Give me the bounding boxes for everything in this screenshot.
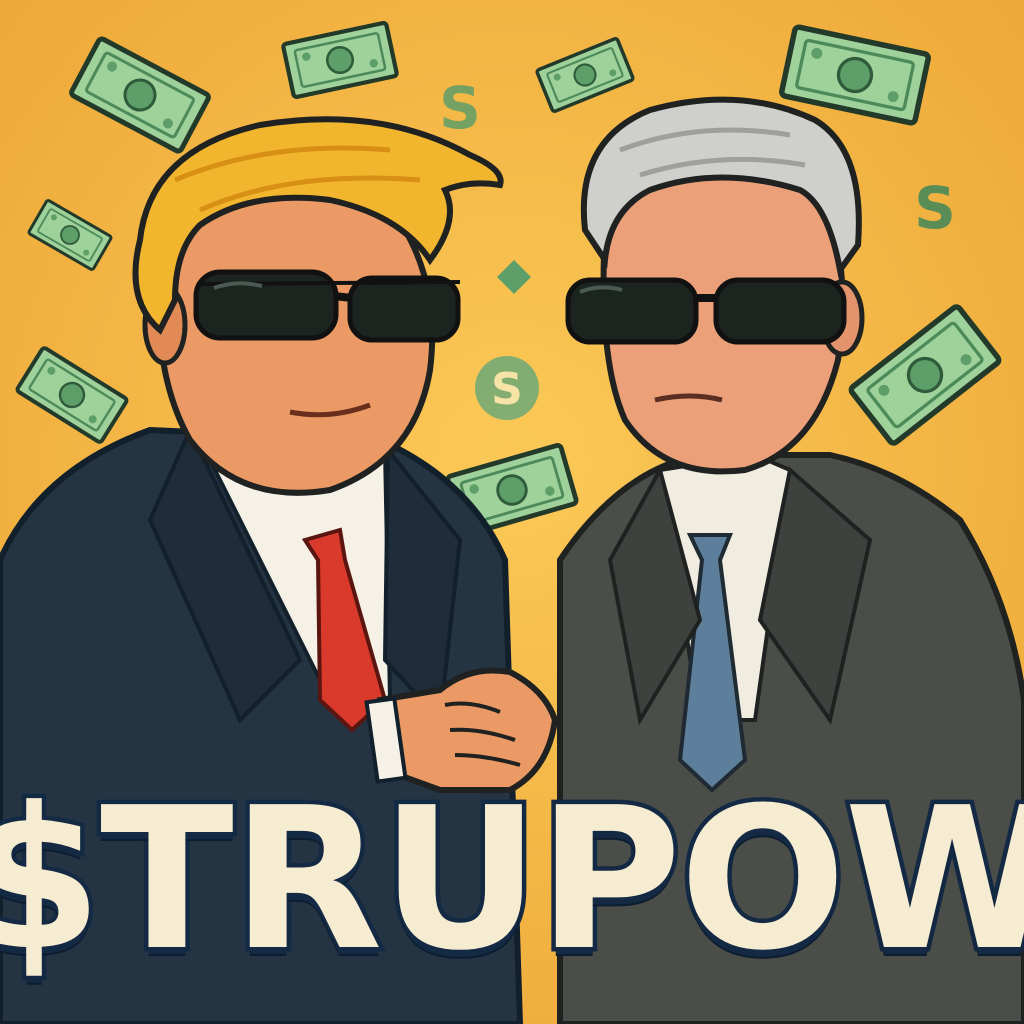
meme-canvas: S S S $TRUPOW: [0, 0, 1024, 1024]
svg-text:S: S: [491, 364, 523, 415]
dollar-coin-icon: S: [439, 74, 481, 142]
title-text: $TRUPOW: [0, 766, 1024, 994]
dollar-coin-icon: S: [475, 356, 539, 420]
svg-text:S: S: [439, 74, 481, 142]
dollar-coin-icon: S: [914, 174, 956, 242]
svg-text:S: S: [914, 174, 956, 242]
